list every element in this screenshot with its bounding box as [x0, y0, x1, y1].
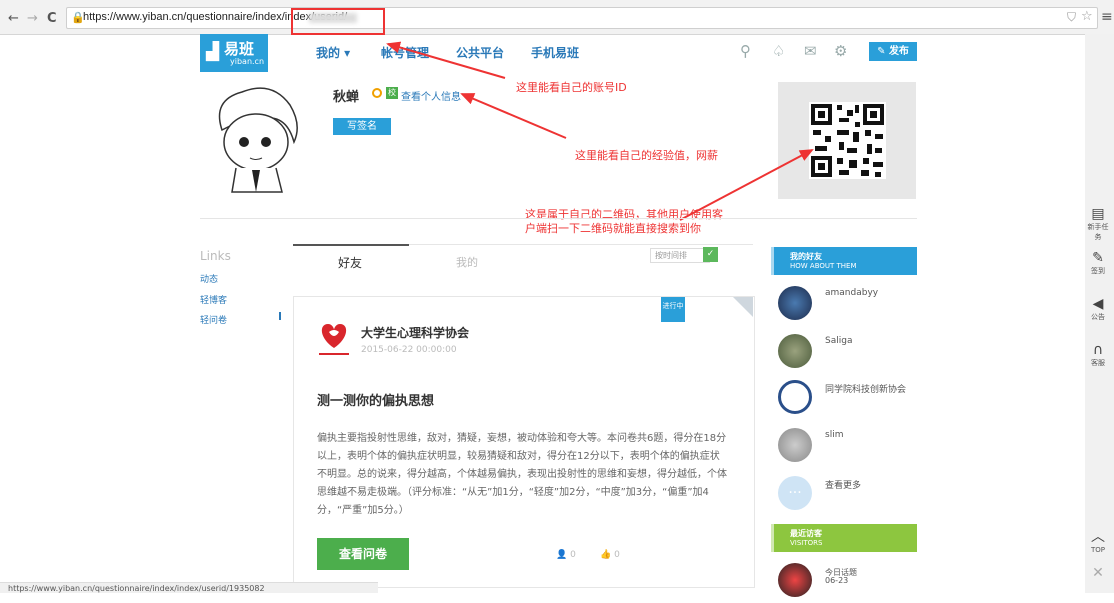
sidebar-label: 签到	[1091, 267, 1105, 275]
announce-icon: ◀	[1092, 296, 1104, 312]
post-date: 2015-06-22 00:00:00	[361, 345, 457, 355]
more-icon: ···	[778, 476, 812, 510]
avatar	[778, 563, 812, 597]
annotation-experience: 这里能看自己的经验值，网薪	[575, 149, 718, 162]
link-light-blog[interactable]: 轻博客	[200, 293, 227, 306]
chevron-down-icon[interactable]: ✓	[703, 247, 718, 262]
friend-item[interactable]: Saliga	[778, 334, 918, 374]
avatar	[778, 334, 812, 368]
arrow-to-exp	[460, 93, 567, 139]
questionnaire-title[interactable]: 测一测你的偏执思想	[317, 390, 434, 409]
friends-title: 我的好友	[790, 252, 822, 261]
status-badge: 进行中	[661, 297, 685, 322]
sidebar-item-checkin[interactable]: ✎ 签到	[1087, 250, 1109, 276]
task-icon: ▤	[1091, 206, 1105, 222]
sidebar-label: 新手任务	[1087, 223, 1109, 241]
tab-friends[interactable]: 好友	[338, 254, 362, 271]
headset-icon: ∩	[1092, 342, 1104, 358]
sidebar-item-announcement[interactable]: ◀ 公告	[1087, 296, 1109, 322]
close-icon: ✕	[1092, 565, 1104, 581]
visitor-date: 06-23	[825, 576, 849, 585]
checkin-icon: ✎	[1092, 250, 1104, 266]
card-corner-fold	[733, 297, 753, 317]
friend-item[interactable]: 同学院科技创新协会	[778, 380, 918, 420]
link-activity[interactable]: 动态	[200, 272, 218, 285]
sidebar-item-newbie-task[interactable]: ▤ 新手任务	[1087, 206, 1109, 242]
sidebar-close-button[interactable]: ✕	[1087, 565, 1109, 581]
links-title: Links	[200, 249, 231, 263]
tab-mine[interactable]: 我的	[456, 254, 478, 270]
participants-count: 0	[570, 550, 576, 560]
friend-item[interactable]: amandabyy	[778, 286, 918, 326]
likes-stat[interactable]: 👍 0	[600, 550, 620, 560]
friend-item[interactable]: slim	[778, 428, 918, 468]
sort-select[interactable]: 按时间排	[650, 248, 710, 263]
org-logo[interactable]	[317, 318, 351, 358]
header-accent-bar	[771, 247, 774, 275]
friend-name: slim	[825, 430, 844, 440]
friend-name: amandabyy	[825, 288, 879, 298]
sidebar-label: 公告	[1091, 313, 1105, 321]
link-light-questionnaire[interactable]: 轻问卷	[200, 313, 227, 326]
friend-name: 同学院科技创新协会	[825, 385, 907, 395]
view-more-label: 查看更多	[825, 481, 862, 491]
likes-count: 0	[614, 550, 620, 560]
browser-status-bar: https://www.yiban.cn/questionnaire/index…	[0, 582, 378, 593]
visitors-title: 最近访客	[790, 529, 822, 538]
active-indicator	[279, 312, 281, 320]
user-icon: 👤	[556, 550, 568, 560]
friends-subtitle: HOW ABOUT THEM	[790, 262, 857, 270]
view-questionnaire-button[interactable]: 查看问卷	[317, 538, 409, 570]
section-divider	[200, 218, 917, 219]
friends-header: 我的好友 HOW ABOUT THEM	[771, 247, 917, 275]
thumb-up-icon: 👍	[600, 550, 612, 560]
sidebar-label: 客服	[1091, 359, 1105, 367]
arrow-to-userid	[386, 41, 506, 79]
org-name[interactable]: 大学生心理科学协会	[361, 324, 469, 341]
top-icon: ︿	[1091, 529, 1105, 545]
annotation-qr: 这是属于自己的二维码，其他用户使用客户端扫一下二维码就能直接搜索到你	[525, 208, 723, 235]
view-more-friends[interactable]: ··· 查看更多	[778, 476, 918, 516]
visitors-subtitle: VISITORS	[790, 539, 823, 547]
back-to-top-button[interactable]: ︿ TOP	[1087, 526, 1109, 554]
visitor-item[interactable]: 今日话题 06-23	[778, 563, 918, 603]
visitors-header: 最近访客 VISITORS	[771, 524, 917, 552]
tab-active-indicator	[293, 244, 409, 246]
avatar	[778, 428, 812, 462]
avatar	[778, 286, 812, 320]
header-accent-bar	[771, 524, 774, 552]
annotation-account-id: 这里能看自己的账号ID	[516, 81, 627, 94]
questionnaire-description: 偏执主要指投射性思维，敌对，猜疑，妄想，被动体验和夸大等。本问卷共6题，得分在1…	[317, 433, 727, 516]
avatar	[778, 380, 812, 414]
friend-name: Saliga	[825, 336, 853, 346]
participants-stat: 👤 0	[556, 550, 576, 560]
sidebar-item-support[interactable]: ∩ 客服	[1087, 342, 1109, 368]
sidebar-label: TOP	[1090, 546, 1105, 554]
